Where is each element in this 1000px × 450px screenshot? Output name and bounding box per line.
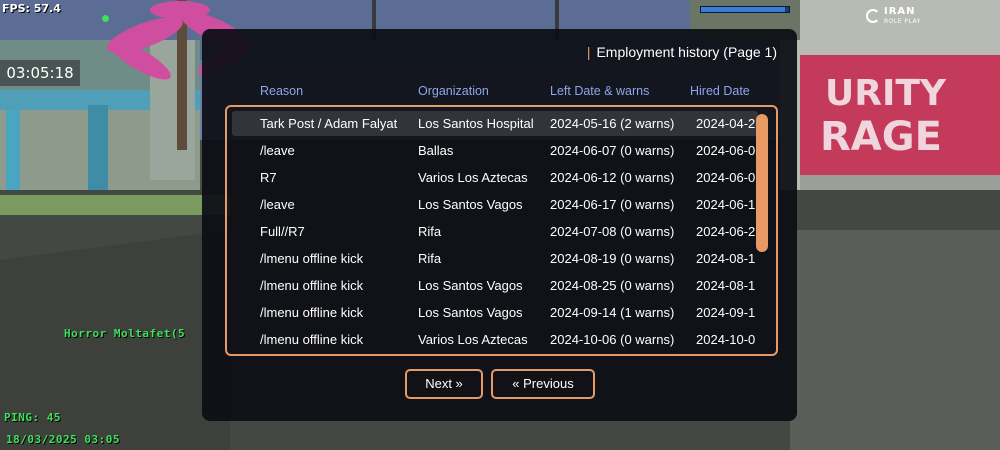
cell-hired-date: 2024-06-1 (696, 197, 756, 212)
table-row[interactable]: /lmenu offline kick Varios Los Aztecas 202… (232, 327, 758, 352)
cell-reason: /leave (260, 143, 295, 158)
cell-left-date: 2024-07-08 (0 warns) (550, 224, 675, 239)
fps-counter: FPS: 57.4 (2, 2, 61, 15)
cell-reason: /lmenu offline kick (260, 332, 364, 347)
server-logo-line2: ROLE PLAY (884, 18, 921, 25)
server-logo-line1: IRAN (884, 6, 916, 17)
scrollbar[interactable] (756, 111, 768, 350)
column-header-reason: Reason (260, 84, 304, 98)
table-row[interactable]: /lmenu offline kick Los Santos Vagos 2024-… (232, 300, 758, 325)
cell-hired-date: 2024-06-0 (696, 143, 756, 158)
cell-reason: /lmenu offline kick (260, 278, 364, 293)
title-accent-bar: | (586, 44, 591, 60)
status-dot-icon (102, 15, 109, 22)
column-header-organization: Organization (418, 84, 489, 98)
cell-organization: Los Santos Vagos (418, 305, 523, 320)
game-clock: 03:05:18 (0, 60, 80, 86)
cell-left-date: 2024-05-16 (2 warns) (550, 116, 675, 131)
sign-line2: RAGE (820, 114, 942, 160)
ping-readout: PING: 45 (4, 411, 61, 424)
cell-hired-date: 2024-08-1 (696, 278, 756, 293)
previous-page-button[interactable]: « Previous (491, 369, 595, 399)
health-bar (700, 6, 790, 13)
table-row[interactable]: /lmenu offline kick Los Santos Vagos 2024-… (232, 273, 758, 298)
table-row[interactable]: Tark Post / Adam Falyat Los Santos Hospit… (232, 111, 758, 136)
cell-hired-date: 2024-10-0 (696, 332, 756, 347)
history-list[interactable]: Tark Post / Adam Falyat Los Santos Hospit… (225, 105, 778, 356)
cell-hired-date: 2024-04-2 (696, 116, 756, 131)
cell-left-date: 2024-06-07 (0 warns) (550, 143, 675, 158)
cell-reason: R7 (260, 170, 277, 185)
cell-hired-date: 2024-06-2 (696, 224, 756, 239)
cell-hired-date: 2024-06-0 (696, 170, 756, 185)
server-logo-icon (866, 9, 880, 23)
table-row[interactable]: R7 Varios Los Aztecas 2024-06-12 (0 warns)… (232, 165, 758, 190)
table-row[interactable]: Full//R7 Rifa 2024-07-08 (0 warns) 2024-06-… (232, 219, 758, 244)
cell-left-date: 2024-06-17 (0 warns) (550, 197, 675, 212)
sign-line1: URITY (825, 73, 947, 114)
cell-reason: Tark Post / Adam Falyat (260, 116, 398, 131)
table-row[interactable]: /leave Ballas 2024-06-07 (0 warns) 2024-06-… (232, 138, 758, 163)
cell-organization: Ballas (418, 143, 454, 158)
cell-reason: Full//R7 (260, 224, 305, 239)
health-bar-fill (701, 7, 785, 12)
cell-organization: Los Santos Vagos (418, 278, 523, 293)
cell-hired-date: 2024-09-1 (696, 305, 756, 320)
cell-reason: /lmenu offline kick (260, 305, 364, 320)
column-header-left-date: Left Date & warns (550, 84, 650, 98)
scrollbar-thumb[interactable] (756, 114, 768, 252)
dialog-title: | Employment history (Page 1) (587, 44, 777, 60)
cell-left-date: 2024-08-19 (0 warns) (550, 251, 675, 266)
cell-reason: /lmenu offline kick (260, 251, 364, 266)
next-page-button[interactable]: Next » (405, 369, 483, 399)
date-time-readout: 18/03/2025 03:05 (6, 433, 120, 446)
cell-left-date: 2024-10-06 (0 warns) (550, 332, 675, 347)
server-logo: IRAN ROLE PLAY (866, 6, 938, 28)
column-header-hired-date: Hired Date (690, 84, 750, 98)
cell-reason: /leave (260, 197, 295, 212)
table-row[interactable]: /lmenu offline kick Rifa 2024-08-19 (0 war… (232, 246, 758, 271)
table-row[interactable]: /leave Los Santos Vagos 2024-06-17 (0 warn… (232, 192, 758, 217)
cell-left-date: 2024-08-25 (0 warns) (550, 278, 675, 293)
cell-left-date: 2024-06-12 (0 warns) (550, 170, 675, 185)
cell-organization: Rifa (418, 251, 442, 266)
cell-hired-date: 2024-08-1 (696, 251, 756, 266)
dialog-title-text: Employment history (Page 1) (596, 44, 777, 60)
cell-organization: Los Santos Vagos (418, 197, 523, 212)
cell-organization: Los Santos Hospital (418, 116, 534, 131)
cell-organization: Rifa (418, 224, 442, 239)
cell-organization: Varios Los Aztecas (418, 332, 528, 347)
player-nametag: Horror Moltafet(5 (64, 327, 186, 340)
cell-organization: Varios Los Aztecas (418, 170, 528, 185)
employment-history-dialog: | Employment history (Page 1) Reason Orga… (202, 29, 797, 421)
cell-left-date: 2024-09-14 (1 warns) (550, 305, 675, 320)
